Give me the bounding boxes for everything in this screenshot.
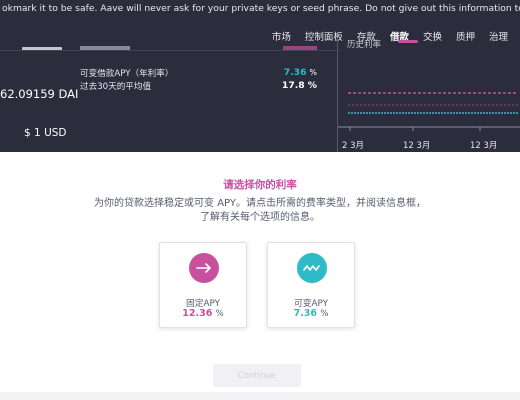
avg-30d-row: 过去30天的平均值 17.8 % xyxy=(80,80,317,92)
x-tick-label-1: 2 3月 xyxy=(342,141,365,151)
chart-title: 历史利率 xyxy=(347,40,382,50)
x-tick-label-3: 12 3月 xyxy=(470,141,498,151)
price-unit: USD xyxy=(44,127,67,139)
history-chart xyxy=(338,92,520,131)
continue-button[interactable]: Continue xyxy=(213,364,301,387)
header-divider xyxy=(0,50,340,51)
warning-text: okmark it to be safe. Aave will never as… xyxy=(2,3,520,14)
reserve-overview-header: 市场 控制面板 存款 借款 交换 质押 治理 62.09159 DAI $ 1 … xyxy=(0,17,520,153)
nav-item-markets[interactable]: 市场 xyxy=(265,29,298,43)
variable-apy-option[interactable]: 可变APY 7.36 % xyxy=(267,242,355,328)
asset-price: $ 1 USD xyxy=(24,127,67,139)
arrow-right-icon xyxy=(189,253,219,283)
avg-30d-label: 过去30天的平均值 xyxy=(80,82,152,92)
fixed-apy-value: 12.36 % xyxy=(182,308,224,319)
security-warning-banner: okmark it to be safe. Aave will never as… xyxy=(0,0,520,17)
borrow-balance: 62.09159 DAI xyxy=(0,87,79,101)
history-chart-panel: 历史利率 2 3月 12 3月 12 3月 xyxy=(337,38,520,153)
page-bottom xyxy=(0,392,520,400)
chart-legend-swatch xyxy=(398,40,418,43)
variable-borrow-apy-value: 7.36 % xyxy=(283,67,317,78)
variable-borrow-apy-row: 可变借款APY（年利率） 7.36 % xyxy=(80,67,317,79)
x-tick-label-2: 12 3月 xyxy=(403,141,431,151)
avg-30d-value: 17.8 % xyxy=(281,80,317,91)
price-prefix: $ xyxy=(24,127,31,139)
fixed-apy-option[interactable]: 固定APY 12.36 % xyxy=(159,242,247,328)
price-value: 1 xyxy=(34,127,41,139)
rate-selection-description: 为你的贷款选择稳定或可变 APY。请点击所需的费率类型，并阅读信息框，了解有关每… xyxy=(94,198,426,223)
variable-borrow-apy-label: 可变借款APY（年利率） xyxy=(80,69,174,79)
rate-selection-title: 请选择你的利率 xyxy=(223,179,297,191)
variable-apy-value: 7.36 % xyxy=(293,308,329,319)
rate-selection-card: 请选择你的利率 为你的贷款选择稳定或可变 APY。请点击所需的费率类型，并阅读信… xyxy=(0,152,520,392)
wave-icon xyxy=(297,253,327,283)
